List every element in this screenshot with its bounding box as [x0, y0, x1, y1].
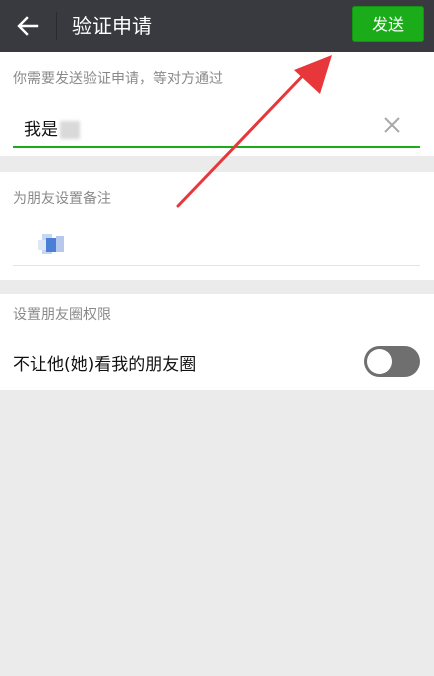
close-icon — [384, 117, 400, 133]
input-underline-active — [13, 146, 420, 148]
request-message-input[interactable]: 我是 — [24, 115, 80, 140]
back-button[interactable] — [10, 8, 46, 44]
request-message-text: 我是 — [24, 120, 58, 140]
top-bar: 验证申请 发送 — [0, 0, 434, 52]
hide-moments-toggle[interactable] — [364, 346, 420, 377]
send-button[interactable]: 发送 — [352, 6, 424, 42]
moments-permission-section: 设置朋友圈权限 — [0, 294, 434, 390]
hide-moments-label: 不让他(她)看我的朋友圈 — [13, 355, 197, 375]
remark-input[interactable] — [20, 226, 420, 262]
moments-permission-label: 设置朋友圈权限 — [13, 307, 111, 323]
toggle-knob — [367, 349, 392, 374]
blurred-remark-value — [38, 234, 64, 254]
back-arrow-icon — [17, 16, 39, 36]
remark-underline — [13, 265, 420, 266]
header-divider — [56, 12, 57, 40]
clear-input-button[interactable] — [380, 113, 404, 137]
page-title: 验证申请 — [72, 14, 152, 38]
remark-label: 为朋友设置备注 — [13, 191, 111, 207]
blurred-name — [60, 121, 80, 139]
request-message-label: 你需要发送验证申请，等对方通过 — [13, 71, 223, 87]
request-message-section: 你需要发送验证申请，等对方通过 — [0, 52, 434, 156]
